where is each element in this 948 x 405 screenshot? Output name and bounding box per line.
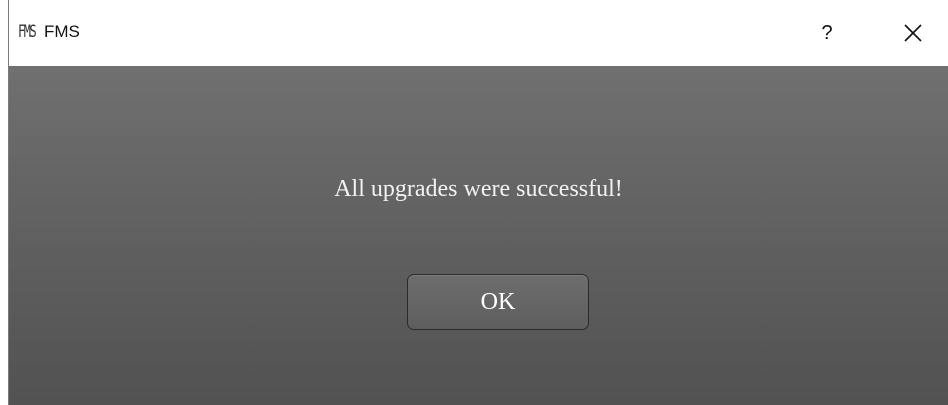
title-bar[interactable]: FMS FMS ? — [0, 0, 948, 66]
question-mark-icon: ? — [821, 22, 833, 44]
dialog-window: FMS FMS ? All upgrades were successful! … — [0, 0, 948, 405]
success-message: All upgrades were successful! — [334, 176, 623, 202]
fms-logo-icon: FMS — [18, 22, 37, 42]
help-button[interactable]: ? — [804, 16, 850, 50]
window-title: FMS — [44, 22, 80, 41]
dialog-content: All upgrades were successful! OK — [9, 66, 948, 405]
ok-button[interactable]: OK — [407, 274, 589, 330]
close-icon — [904, 24, 922, 42]
close-button[interactable] — [888, 14, 938, 52]
